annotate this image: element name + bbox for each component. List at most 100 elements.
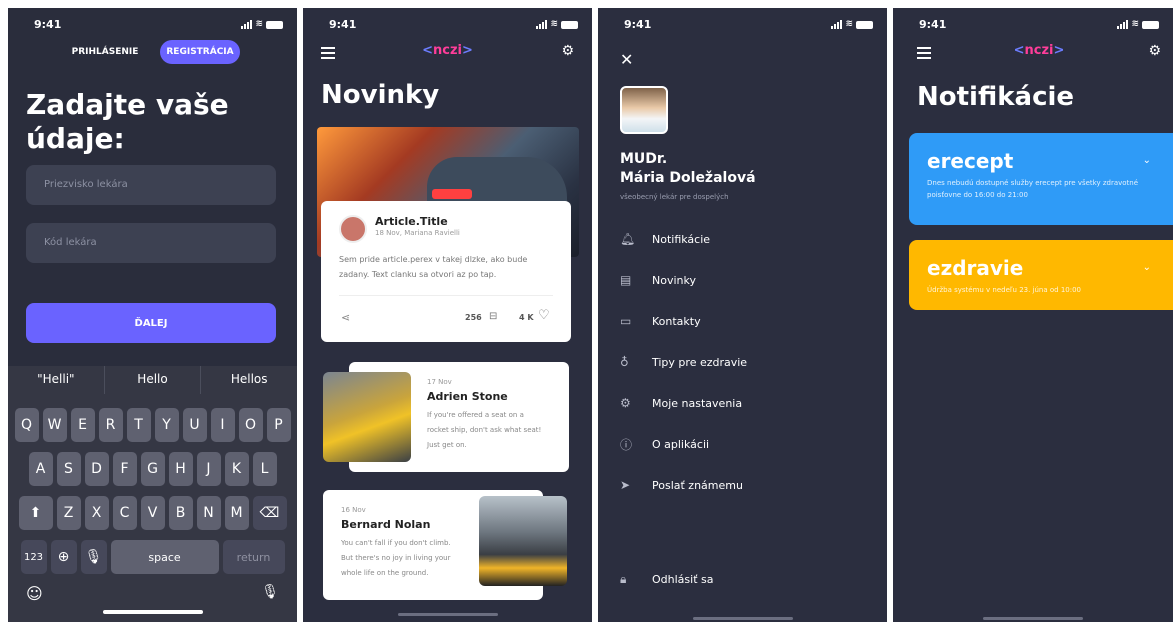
heart-icon[interactable]: ♡ [538,308,550,323]
menu-item-label: Kontakty [652,314,701,328]
news-icon: ▤ [620,273,632,287]
signal-icon [536,20,548,29]
key[interactable]: J [196,452,221,486]
wifi-icon: ≋ [550,19,558,29]
key[interactable]: Q [14,408,39,442]
featured-article-card[interactable]: Article.Title 18 Nov, Mariana Ravielli S… [321,201,571,342]
status-time: 9:41 [919,18,947,31]
globe-key[interactable]: ⊕ [50,540,77,574]
key[interactable]: A [28,452,53,486]
chevron-down-icon[interactable]: ⌄ [1143,262,1151,273]
key[interactable]: D [84,452,109,486]
menu-item-label: Poslať známemu [652,478,743,492]
shift-key[interactable]: ⬆ [18,496,53,530]
hamburger-menu-icon[interactable] [917,47,931,62]
author-avatar [339,215,367,243]
key-row-1: Q W E R T Y U I O P [8,408,297,442]
status-icons: ≋ [831,20,873,29]
key[interactable]: Z [56,496,81,530]
battery-icon [1142,20,1159,29]
suggestion-item[interactable]: "Helli" [8,366,105,394]
menu-item-news[interactable]: ▤ Novinky [620,268,860,292]
news-card[interactable]: 17 Nov Adrien Stone If you're offered a … [323,362,569,472]
suggestion-bar: "Helli" Hello Hellos [8,366,297,394]
menu-item-contacts[interactable]: ▭ Kontakty [620,309,860,333]
status-icons: ≋ [1117,20,1159,29]
key[interactable]: F [112,452,137,486]
settings-gear-icon[interactable]: ⚙ [1148,43,1161,59]
dictation-key[interactable]: 🎙 [80,540,107,574]
notification-text: Dnes nebudú dostupné služby erecept pre … [927,179,1139,199]
tab-register[interactable]: REGISTRÁCIA [160,40,240,64]
key[interactable]: T [126,408,151,442]
key[interactable]: K [224,452,249,486]
numbers-key[interactable]: 123 [20,540,47,574]
key[interactable]: U [182,408,207,442]
suggestion-item[interactable]: Hellos [201,366,297,394]
menu-item-settings[interactable]: ⚙ Moje nastavenia [620,391,860,415]
home-indicator [397,613,498,616]
chevron-down-icon[interactable]: ⌄ [1143,155,1151,166]
suggestion-item[interactable]: Hello [105,366,202,394]
key[interactable]: X [84,496,109,530]
key[interactable]: E [70,408,95,442]
news-card-author: Bernard Nolan [341,518,431,531]
key[interactable]: R [98,408,123,442]
top-bar: <nczi> ⚙ [321,43,574,63]
key[interactable]: I [210,408,235,442]
key[interactable]: N [196,496,221,530]
doctor-title: MUDr. [620,151,668,167]
info-icon: ⓘ [620,437,633,452]
signal-icon [1117,20,1129,29]
menu-item-about[interactable]: ⓘ O aplikácii [620,432,860,456]
microphone-icon[interactable]: 🎙 [261,584,279,600]
backspace-icon: ⌫ [259,505,280,521]
key[interactable]: B [168,496,193,530]
comment-icon[interactable]: ⊟ [489,311,497,322]
key[interactable]: H [168,452,193,486]
status-bar: 9:41 ≋ [919,18,1159,34]
menu-item-notifications[interactable]: 🔔︎ Notifikácie [620,227,860,251]
close-icon[interactable]: ✕ [620,50,633,69]
page-title: Zadajte vaše údaje: [26,88,229,155]
wifi-icon: ≋ [255,19,263,29]
next-button[interactable]: ĎALEJ [26,303,276,343]
hamburger-menu-icon[interactable] [321,47,335,62]
doctor-avatar [620,86,668,134]
key[interactable]: V [140,496,165,530]
signal-icon [241,20,253,29]
notification-card[interactable]: erecept Dnes nebudú dostupné služby erec… [909,133,1173,225]
lightbulb-icon: ♁ [620,355,629,369]
key[interactable]: G [140,452,165,486]
return-key[interactable]: return [222,540,285,574]
doctor-code-field[interactable]: Kód lekára [26,223,276,263]
settings-gear-icon[interactable]: ⚙ [561,43,574,59]
key[interactable]: W [42,408,67,442]
menu-item-tips[interactable]: ♁ Tipy pre ezdravie [620,350,860,374]
key[interactable]: M [224,496,249,530]
news-card[interactable]: 16 Nov Bernard Nolan You can't fall if y… [323,490,567,600]
key[interactable]: S [56,452,81,486]
wifi-icon: ≋ [845,19,853,29]
tab-login[interactable]: PRIHLÁSENIE [60,40,150,64]
doctor-surname-field[interactable]: Priezvisko lekára [26,165,276,205]
emoji-icon[interactable]: ☺ [26,584,43,603]
menu-item-share[interactable]: ➤ Poslať známemu [620,473,860,497]
key[interactable]: C [112,496,137,530]
top-bar: <nczi> ⚙ [917,43,1161,63]
space-key[interactable]: space [110,540,219,574]
status-icons: ≋ [241,20,283,29]
notification-card[interactable]: ezdravie Údržba systému v nedeľu 23. jún… [909,240,1173,310]
key[interactable]: O [238,408,263,442]
bell-icon: 🔔︎ [620,232,636,246]
battery-icon [561,20,578,29]
share-icon[interactable]: ⋖ [341,311,350,324]
article-title: Article.Title [375,215,448,228]
globe-icon: ⊕ [57,549,70,565]
logout-button[interactable]: 🔒︎ Odhlásiť sa [620,567,860,591]
key[interactable]: L [252,452,277,486]
key[interactable]: P [266,408,291,442]
key[interactable]: Y [154,408,179,442]
page-title: Novinky [321,80,440,110]
backspace-key[interactable]: ⌫ [252,496,287,530]
